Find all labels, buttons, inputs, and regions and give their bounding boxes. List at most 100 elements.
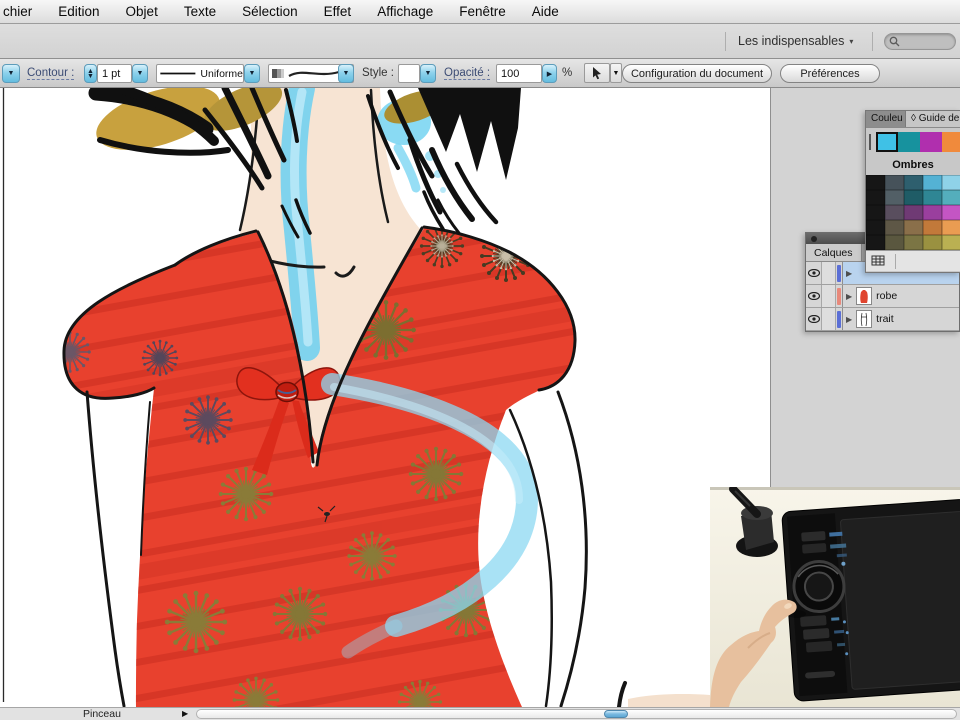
color-swatch[interactable] bbox=[920, 132, 942, 152]
color-swatch[interactable] bbox=[885, 220, 904, 235]
lock-toggle[interactable] bbox=[822, 285, 836, 307]
color-swatch[interactable] bbox=[866, 175, 885, 190]
layer-color-bar bbox=[836, 262, 843, 284]
color-swatch[interactable] bbox=[923, 205, 942, 220]
color-swatch[interactable] bbox=[885, 175, 904, 190]
color-swatch[interactable] bbox=[904, 190, 923, 205]
lock-toggle[interactable] bbox=[822, 262, 836, 284]
close-icon[interactable] bbox=[811, 236, 817, 242]
fill-stroke-dropdown[interactable]: ▼ bbox=[2, 64, 20, 83]
color-swatch[interactable] bbox=[904, 220, 923, 235]
color-swatch[interactable] bbox=[904, 235, 923, 250]
harmony-colors bbox=[876, 132, 960, 152]
percent-label: % bbox=[562, 67, 573, 79]
document-setup-button[interactable]: Configuration du document bbox=[622, 64, 772, 83]
color-swatch[interactable] bbox=[942, 132, 960, 152]
color-swatch[interactable] bbox=[885, 205, 904, 220]
tab-guide-des-couleurs[interactable]: ◊ Guide de bbox=[906, 111, 960, 127]
color-swatch[interactable] bbox=[923, 220, 942, 235]
contour-link[interactable]: Contour : bbox=[27, 67, 75, 80]
color-swatch[interactable] bbox=[942, 175, 960, 190]
color-swatch[interactable] bbox=[904, 205, 923, 220]
profile-dropdown[interactable]: ▼ bbox=[244, 64, 260, 83]
status-flyout-icon[interactable]: ▶ bbox=[182, 709, 188, 718]
color-swatch[interactable] bbox=[942, 205, 960, 220]
search-input[interactable] bbox=[884, 33, 956, 50]
layer-row-content[interactable]: ▶ robe bbox=[843, 285, 959, 307]
color-swatch[interactable] bbox=[866, 190, 885, 205]
layer-row-content[interactable]: ▶ trait bbox=[843, 308, 959, 330]
current-color-swatch[interactable] bbox=[869, 134, 871, 150]
horizontal-scrollbar[interactable] bbox=[196, 709, 957, 719]
color-swatch[interactable] bbox=[923, 235, 942, 250]
color-swatch[interactable] bbox=[866, 220, 885, 235]
current-tool-label[interactable]: Pinceau bbox=[83, 708, 121, 720]
workspace-switcher[interactable]: Les indispensables ▾ bbox=[738, 34, 853, 48]
color-panel-tabs: Couleu ◊ Guide de bbox=[866, 111, 960, 128]
isolate-selection-button[interactable] bbox=[584, 63, 610, 83]
scrollbar-thumb[interactable] bbox=[604, 710, 628, 718]
menu-edition[interactable]: Edition bbox=[45, 0, 112, 23]
tab-calques[interactable]: Calques bbox=[806, 244, 862, 261]
lock-toggle[interactable] bbox=[822, 308, 836, 330]
expand-triangle-icon[interactable]: ▶ bbox=[846, 292, 852, 301]
color-swatch[interactable] bbox=[942, 190, 960, 205]
stroke-width-dropdown[interactable]: ▼ bbox=[132, 64, 148, 83]
color-guide-panel: Couleu ◊ Guide de Ombres bbox=[865, 110, 960, 273]
visibility-toggle[interactable] bbox=[806, 262, 822, 284]
visibility-toggle[interactable] bbox=[806, 285, 822, 307]
layer-color-bar bbox=[836, 285, 843, 307]
menu-effet[interactable]: Effet bbox=[311, 0, 365, 23]
search-icon bbox=[889, 36, 900, 47]
menu-fenetre[interactable]: Fenêtre bbox=[446, 0, 519, 23]
opacity-dropdown[interactable]: ▶ bbox=[542, 64, 557, 83]
color-swatch[interactable] bbox=[866, 205, 885, 220]
color-swatch[interactable] bbox=[866, 235, 885, 250]
illustrator-window: chier Edition Objet Texte Sélection Effe… bbox=[0, 0, 960, 720]
limit-color-group-icon[interactable] bbox=[871, 255, 886, 267]
layer-name: robe bbox=[876, 290, 898, 302]
opacity-field[interactable]: 100 bbox=[496, 64, 542, 83]
color-swatch[interactable] bbox=[942, 220, 960, 235]
brush-dropdown[interactable]: ▼ bbox=[338, 64, 354, 83]
menu-aide[interactable]: Aide bbox=[519, 0, 572, 23]
stroke-width-stepper[interactable]: ▲ ▼ bbox=[84, 64, 97, 83]
style-field[interactable] bbox=[398, 64, 420, 83]
isolate-dropdown[interactable]: ▼ bbox=[610, 63, 622, 83]
color-swatch[interactable] bbox=[923, 175, 942, 190]
wacom-tablet bbox=[781, 497, 960, 702]
eye-icon bbox=[807, 269, 820, 277]
divider bbox=[872, 32, 873, 51]
expand-triangle-icon[interactable]: ▶ bbox=[846, 315, 852, 324]
color-swatch[interactable] bbox=[885, 190, 904, 205]
uniform-line-icon bbox=[160, 72, 196, 75]
shades-section-label: Ombres bbox=[892, 159, 934, 171]
preferences-button[interactable]: Préférences bbox=[780, 64, 880, 83]
layer-row-robe[interactable]: ▶ robe bbox=[806, 285, 959, 308]
workspace-label: Les indispensables bbox=[738, 34, 845, 48]
expand-triangle-icon[interactable]: ▶ bbox=[846, 269, 852, 278]
shades-grid bbox=[866, 175, 960, 250]
menu-fichier[interactable]: chier bbox=[0, 0, 45, 23]
stroke-width-field[interactable]: 1 pt bbox=[97, 64, 132, 83]
style-dropdown[interactable]: ▼ bbox=[420, 64, 436, 83]
color-swatch[interactable] bbox=[923, 190, 942, 205]
menu-affichage[interactable]: Affichage bbox=[364, 0, 446, 23]
color-swatch[interactable] bbox=[904, 175, 923, 190]
color-swatch[interactable] bbox=[876, 132, 898, 152]
color-swatch[interactable] bbox=[885, 235, 904, 250]
cursor-arrow-icon bbox=[593, 67, 601, 80]
eye-icon bbox=[807, 315, 820, 323]
color-swatch[interactable] bbox=[898, 132, 920, 152]
layer-row-trait[interactable]: ▶ trait bbox=[806, 308, 959, 331]
menu-objet[interactable]: Objet bbox=[113, 0, 171, 23]
opacity-link[interactable]: Opacité : bbox=[444, 67, 491, 80]
menu-selection[interactable]: Sélection bbox=[229, 0, 311, 23]
menu-texte[interactable]: Texte bbox=[171, 0, 229, 23]
visibility-toggle[interactable] bbox=[806, 308, 822, 330]
variable-width-profile[interactable]: Uniforme bbox=[156, 64, 244, 83]
color-swatch[interactable] bbox=[942, 235, 960, 250]
application-bar: Les indispensables ▾ bbox=[0, 24, 960, 59]
artboard-canvas[interactable] bbox=[0, 88, 770, 707]
tab-couleurs[interactable]: Couleu bbox=[866, 111, 906, 127]
